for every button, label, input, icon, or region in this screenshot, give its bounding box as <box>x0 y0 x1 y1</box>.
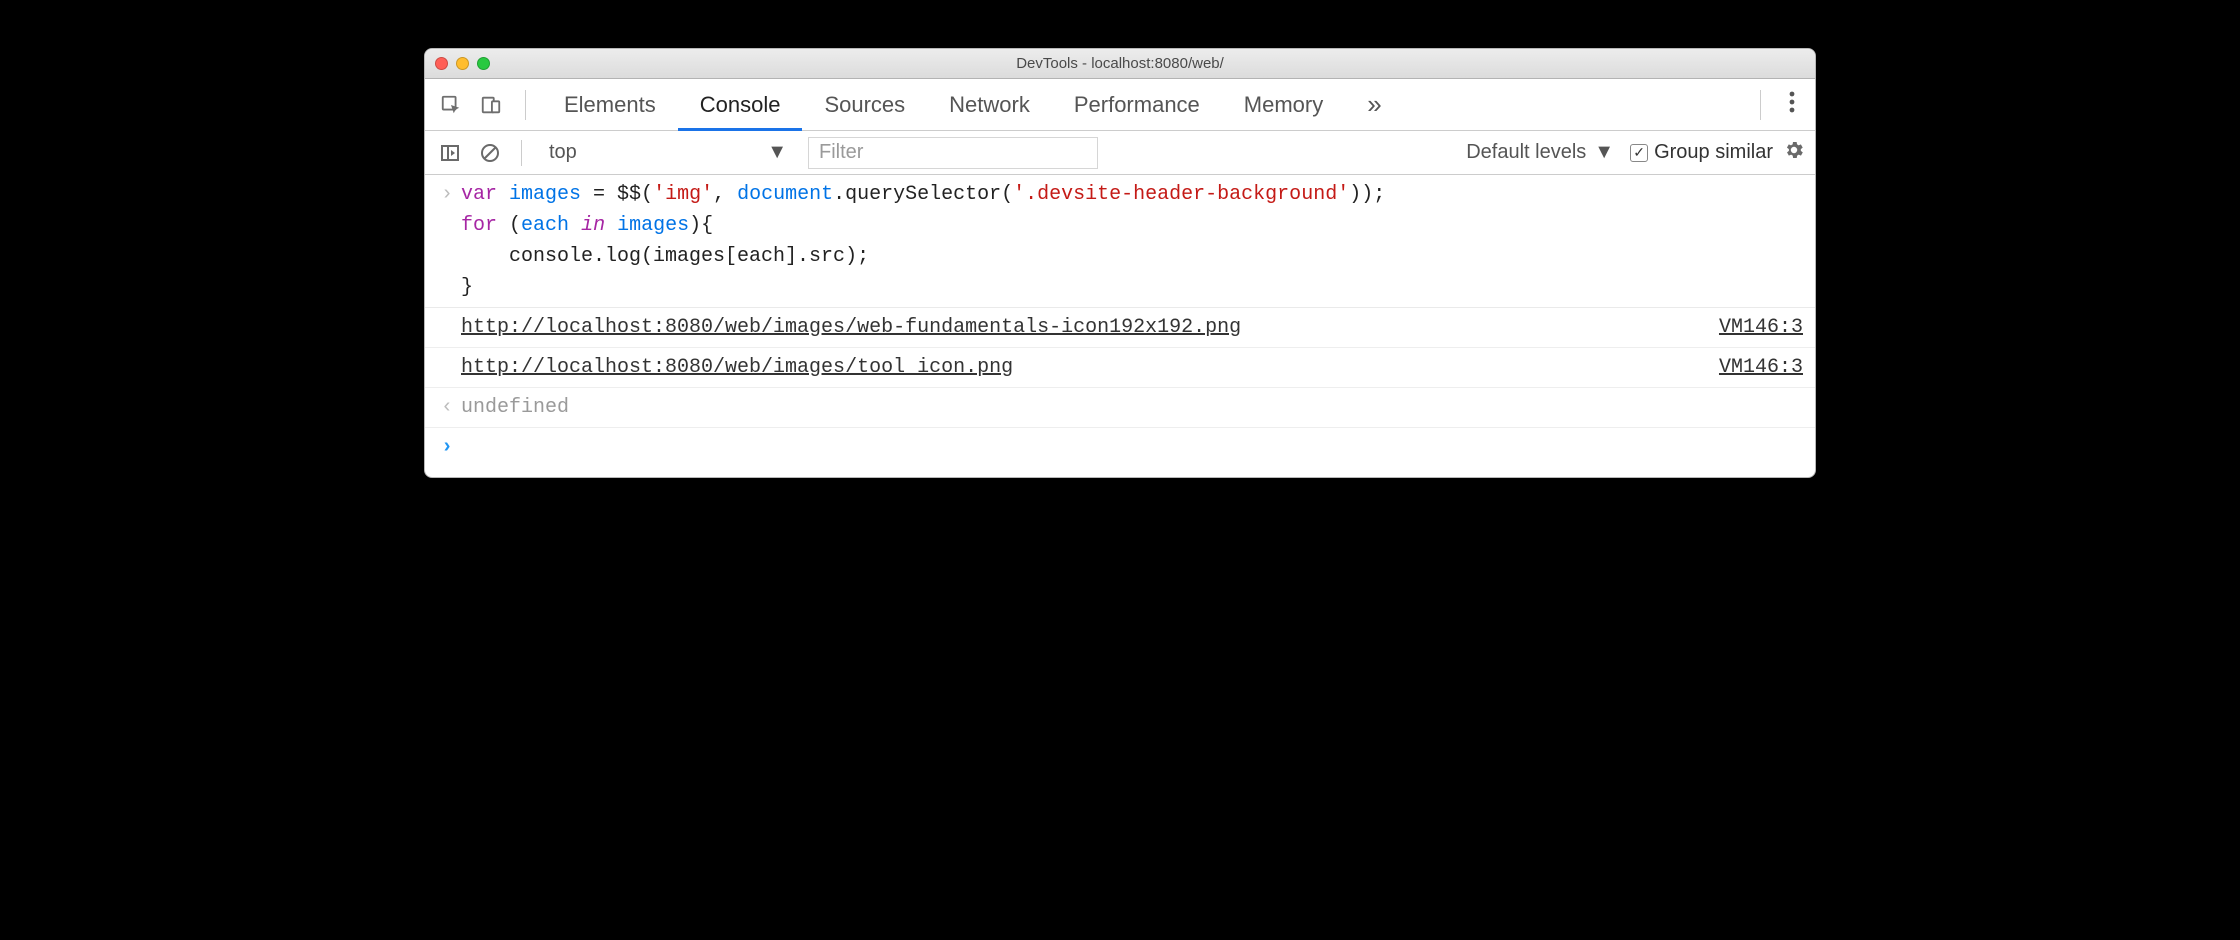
console-log-entry: http://localhost:8080/web/images/web-fun… <box>425 308 1815 348</box>
clear-console-icon[interactable] <box>475 138 505 168</box>
main-tabs-row: Elements Console Sources Network Perform… <box>425 79 1815 131</box>
console-log-entry: http://localhost:8080/web/images/tool_ic… <box>425 348 1815 388</box>
source-link[interactable]: VM146:3 <box>1719 352 1803 383</box>
tab-sources[interactable]: Sources <box>802 79 927 130</box>
context-label: top <box>549 141 577 164</box>
code-content[interactable]: var images = $$('img', document.querySel… <box>461 179 1803 303</box>
console-input-entry: › var images = $$('img', document.queryS… <box>425 175 1815 308</box>
console-prompt[interactable]: › <box>425 428 1815 477</box>
divider <box>1760 90 1761 120</box>
console-input[interactable] <box>461 432 1803 463</box>
gutter <box>433 352 461 383</box>
chevron-down-icon: ▼ <box>767 141 787 164</box>
group-similar-label: Group similar <box>1654 141 1773 164</box>
input-chevron-icon: › <box>433 179 461 303</box>
prompt-chevron-icon: › <box>433 432 461 463</box>
group-similar-toggle[interactable]: Group similar <box>1630 141 1773 164</box>
titlebar: DevTools - localhost:8080/web/ <box>425 49 1815 79</box>
log-url-link[interactable]: http://localhost:8080/web/images/web-fun… <box>461 312 1241 343</box>
kebab-menu-icon[interactable] <box>1777 91 1807 118</box>
tab-network[interactable]: Network <box>927 79 1052 130</box>
console-result-entry: ‹ undefined <box>425 388 1815 428</box>
checkbox-checked-icon <box>1630 144 1648 162</box>
tab-elements[interactable]: Elements <box>542 79 678 130</box>
tab-console[interactable]: Console <box>678 79 803 130</box>
toggle-sidebar-icon[interactable] <box>435 138 465 168</box>
chevron-down-icon: ▼ <box>1594 141 1614 164</box>
log-url-link[interactable]: http://localhost:8080/web/images/tool_ic… <box>461 352 1013 383</box>
output-chevron-icon: ‹ <box>433 392 461 423</box>
devtools-window: DevTools - localhost:8080/web/ Elements … <box>424 48 1816 478</box>
tab-performance[interactable]: Performance <box>1052 79 1222 130</box>
source-link[interactable]: VM146:3 <box>1719 312 1803 343</box>
inspect-element-icon[interactable] <box>433 87 469 123</box>
console-body: › var images = $$('img', document.queryS… <box>425 175 1815 477</box>
tabs: Elements Console Sources Network Perform… <box>542 79 1345 130</box>
console-settings-icon[interactable] <box>1783 139 1805 167</box>
levels-label: Default levels <box>1466 141 1586 164</box>
tab-memory[interactable]: Memory <box>1222 79 1345 130</box>
log-levels-select[interactable]: Default levels ▼ <box>1460 141 1620 164</box>
console-toolbar: top ▼ Default levels ▼ Group similar <box>425 131 1815 175</box>
device-toolbar-icon[interactable] <box>473 87 509 123</box>
tabs-overflow-button[interactable]: » <box>1357 89 1391 120</box>
gutter <box>433 312 461 343</box>
window-title: DevTools - localhost:8080/web/ <box>425 55 1815 72</box>
execution-context-select[interactable]: top ▼ <box>538 137 798 169</box>
divider <box>521 140 522 166</box>
divider <box>525 90 526 120</box>
result-value: undefined <box>461 392 569 423</box>
filter-input[interactable] <box>808 137 1098 169</box>
